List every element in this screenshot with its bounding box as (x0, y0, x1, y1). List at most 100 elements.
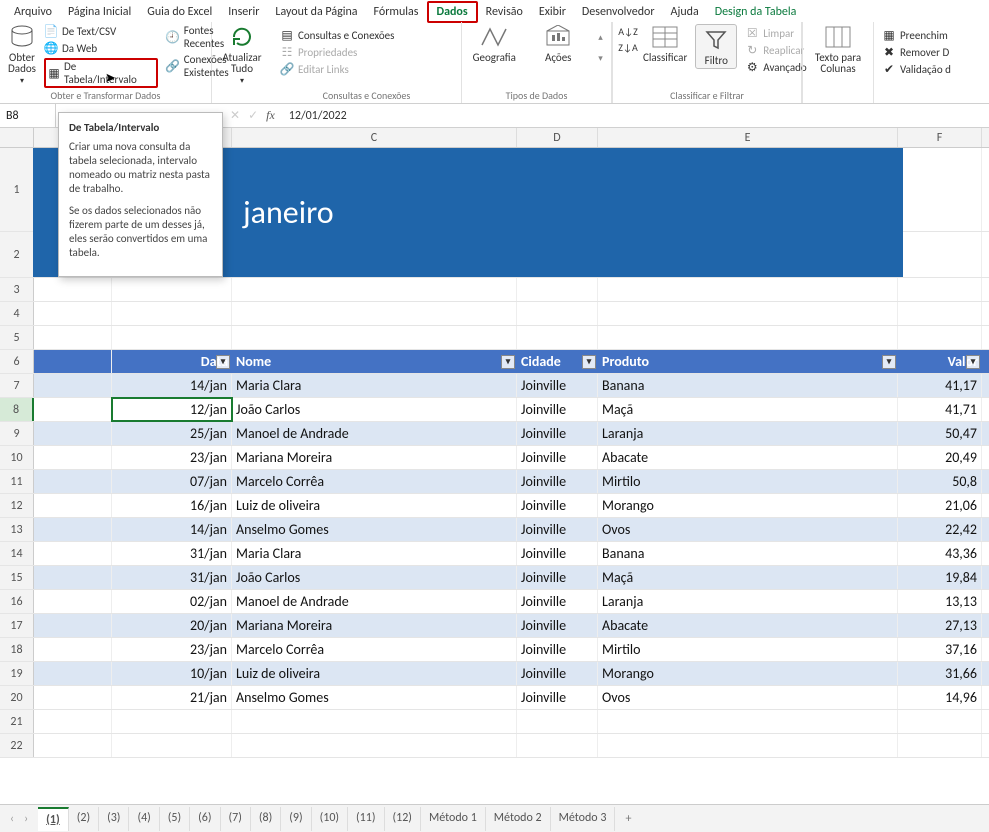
row-header[interactable]: 16 (0, 590, 34, 613)
row-header[interactable]: 1 (0, 148, 34, 231)
sheet-nav-next[interactable]: › (24, 812, 28, 826)
obter-dados-button[interactable]: Obter Dados ▾ (8, 24, 36, 87)
row-header[interactable]: 7 (0, 374, 34, 397)
cell-empty[interactable] (898, 710, 982, 733)
limpar-button[interactable]: ☒ Limpar (745, 26, 806, 40)
cell-nome[interactable]: Luiz de oliveira (232, 494, 517, 517)
row-header[interactable]: 15 (0, 566, 34, 589)
cell-valor[interactable]: 13,13 (898, 590, 982, 613)
cell-nome[interactable]: Manoel de Andrade (232, 590, 517, 613)
tab-guia-excel[interactable]: Guia do Excel (139, 3, 220, 21)
cell-cidade[interactable]: Joinville (517, 374, 598, 397)
cell-valor[interactable]: 50,47 (898, 422, 982, 445)
formula-bar[interactable]: 12/01/2022 (281, 109, 355, 123)
texto-para-colunas-button[interactable]: Texto para Colunas (811, 24, 865, 74)
cell-valor[interactable]: 27,13 (898, 614, 982, 637)
editar-links-button[interactable]: 🔗 Editar Links (280, 62, 394, 76)
cell-cidade[interactable]: Joinville (517, 518, 598, 541)
cell-produto[interactable]: Morango (598, 662, 898, 685)
sheet-tab[interactable]: (7) (221, 807, 251, 831)
row-header[interactable]: 18 (0, 638, 34, 661)
cell-empty[interactable] (232, 278, 517, 301)
cell-valor[interactable]: 14,96 (898, 686, 982, 709)
cell-produto[interactable]: Abacate (598, 446, 898, 469)
de-text-csv-button[interactable]: 📄 De Text/CSV (44, 24, 158, 38)
cell-produto[interactable]: Mirtilo (598, 470, 898, 493)
cell-nome[interactable]: Marcelo Corrêa (232, 638, 517, 661)
table-header[interactable]: Nome▾ (232, 350, 517, 373)
cell-data[interactable]: 14/jan (112, 518, 232, 541)
acoes-button[interactable]: Ações (534, 24, 582, 63)
tab-revisao[interactable]: Revisão (478, 3, 531, 21)
cell-produto[interactable]: Ovos (598, 518, 898, 541)
row-header[interactable]: 10 (0, 446, 34, 469)
filtro-button[interactable]: Filtro (695, 24, 737, 69)
cell-empty[interactable] (112, 302, 232, 325)
da-web-button[interactable]: 🌐 Da Web (44, 41, 158, 55)
cell-empty[interactable] (517, 326, 598, 349)
cell-empty[interactable] (232, 302, 517, 325)
cell-nome[interactable]: Anselmo Gomes (232, 686, 517, 709)
cell-data[interactable]: 07/jan (112, 470, 232, 493)
cell-nome[interactable]: João Carlos (232, 566, 517, 589)
sheet-tab[interactable]: (3) (99, 807, 129, 831)
cell-valor[interactable]: 41,71 (898, 398, 982, 421)
table-header[interactable]: Valor▾ (898, 350, 982, 373)
sheet-tab[interactable]: Método 2 (486, 807, 551, 831)
cell-produto[interactable]: Laranja (598, 590, 898, 613)
cell-valor[interactable]: 37,16 (898, 638, 982, 661)
row-header[interactable]: 17 (0, 614, 34, 637)
row-header[interactable]: 4 (0, 302, 34, 325)
cell-data[interactable]: 31/jan (112, 542, 232, 565)
tab-layout-pagina[interactable]: Layout da Página (267, 3, 365, 21)
cell-valor[interactable]: 50,8 (898, 470, 982, 493)
cell-nome[interactable]: Manoel de Andrade (232, 422, 517, 445)
sheet-tab[interactable]: Método 1 (421, 807, 486, 831)
cell-data[interactable]: 20/jan (112, 614, 232, 637)
row-header[interactable]: 22 (0, 734, 34, 757)
cell-produto[interactable]: Laranja (598, 422, 898, 445)
col-header-c[interactable]: C (232, 128, 517, 147)
cell-data[interactable]: 10/jan (112, 662, 232, 685)
preenchimento-button[interactable]: ▦ Preenchim (882, 28, 951, 42)
sort-desc-button[interactable]: Z↓A (621, 40, 635, 54)
cell-empty[interactable] (232, 326, 517, 349)
tab-desenvolvedor[interactable]: Desenvolvedor (574, 3, 663, 21)
sheet-tab[interactable]: (5) (160, 807, 190, 831)
row-header[interactable]: 12 (0, 494, 34, 517)
cancel-icon[interactable]: ✕ (230, 108, 240, 123)
cell-empty[interactable] (598, 302, 898, 325)
add-sheet-button[interactable]: + (615, 812, 641, 826)
cell-empty[interactable] (517, 710, 598, 733)
atualizar-tudo-button[interactable]: Atualizar Tudo ▾ (220, 24, 264, 87)
cell-empty[interactable] (898, 148, 982, 231)
tab-inserir[interactable]: Inserir (220, 3, 267, 21)
confirm-icon[interactable]: ✓ (248, 108, 258, 123)
cell-empty[interactable] (898, 734, 982, 757)
cell-data[interactable]: 21/jan (112, 686, 232, 709)
filter-dropdown-icon[interactable]: ▾ (216, 355, 230, 369)
sheet-tab[interactable]: (1) (38, 807, 69, 831)
cell-empty[interactable] (517, 278, 598, 301)
row-header[interactable]: 8 (0, 398, 34, 421)
row-header[interactable]: 14 (0, 542, 34, 565)
row-header[interactable]: 13 (0, 518, 34, 541)
reaplicar-button[interactable]: ↻ Reaplicar (745, 43, 806, 57)
sheet-tab[interactable]: (9) (281, 807, 311, 831)
propriedades-button[interactable]: ☷ Propriedades (280, 45, 394, 59)
cell-cidade[interactable]: Joinville (517, 542, 598, 565)
cell-nome[interactable]: Mariana Moreira (232, 446, 517, 469)
cell-empty[interactable] (598, 326, 898, 349)
row-header[interactable]: 11 (0, 470, 34, 493)
row-header[interactable]: 2 (0, 232, 34, 277)
remover-duplicatas-button[interactable]: ✖ Remover D (882, 45, 951, 59)
cell-cidade[interactable]: Joinville (517, 614, 598, 637)
cell-cidade[interactable]: Joinville (517, 686, 598, 709)
cell-nome[interactable]: João Carlos (232, 398, 517, 421)
cell-empty[interactable] (232, 710, 517, 733)
cell-produto[interactable]: Ovos (598, 686, 898, 709)
validacao-dados-button[interactable]: ✔ Validação d (882, 62, 951, 76)
cell-produto[interactable]: Maçã (598, 398, 898, 421)
cell-data[interactable]: 16/jan (112, 494, 232, 517)
cell-empty[interactable] (112, 278, 232, 301)
